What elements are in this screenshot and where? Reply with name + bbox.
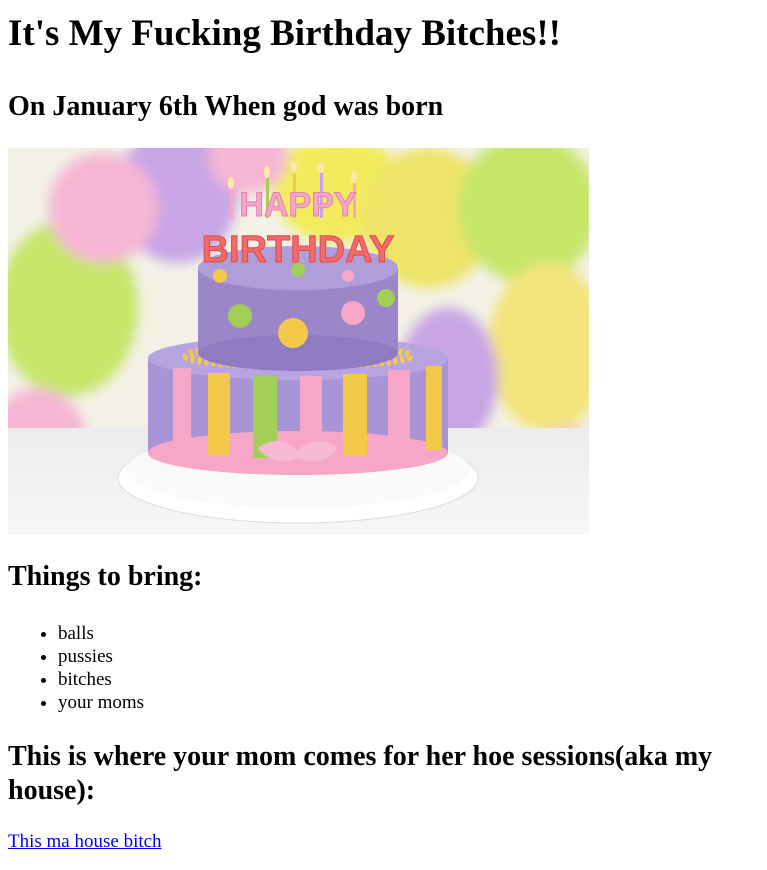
svg-text:BIRTHDAY: BIRTHDAY xyxy=(202,229,395,271)
location-heading: This is where your mom comes for her hoe… xyxy=(8,741,713,806)
page-title: It's My Fucking Birthday Bitches!! xyxy=(8,13,561,54)
list-item: your moms xyxy=(58,691,759,714)
list-item: bitches xyxy=(58,668,759,691)
page: It's My Fucking Birthday Bitches!! On Ja… xyxy=(0,12,767,853)
page-subtitle: On January 6th When god was born xyxy=(8,91,444,122)
birthday-cake-image: HAPPY BIRTHDAY xyxy=(8,148,589,535)
list-item: balls xyxy=(58,622,759,645)
house-link[interactable]: This ma house bitch xyxy=(8,831,162,853)
things-to-bring-heading: Things to bring: xyxy=(8,561,203,592)
list-item: pussies xyxy=(58,645,759,668)
bring-list: balls pussies bitches your moms xyxy=(8,622,759,714)
svg-text:HAPPY: HAPPY xyxy=(239,186,356,224)
